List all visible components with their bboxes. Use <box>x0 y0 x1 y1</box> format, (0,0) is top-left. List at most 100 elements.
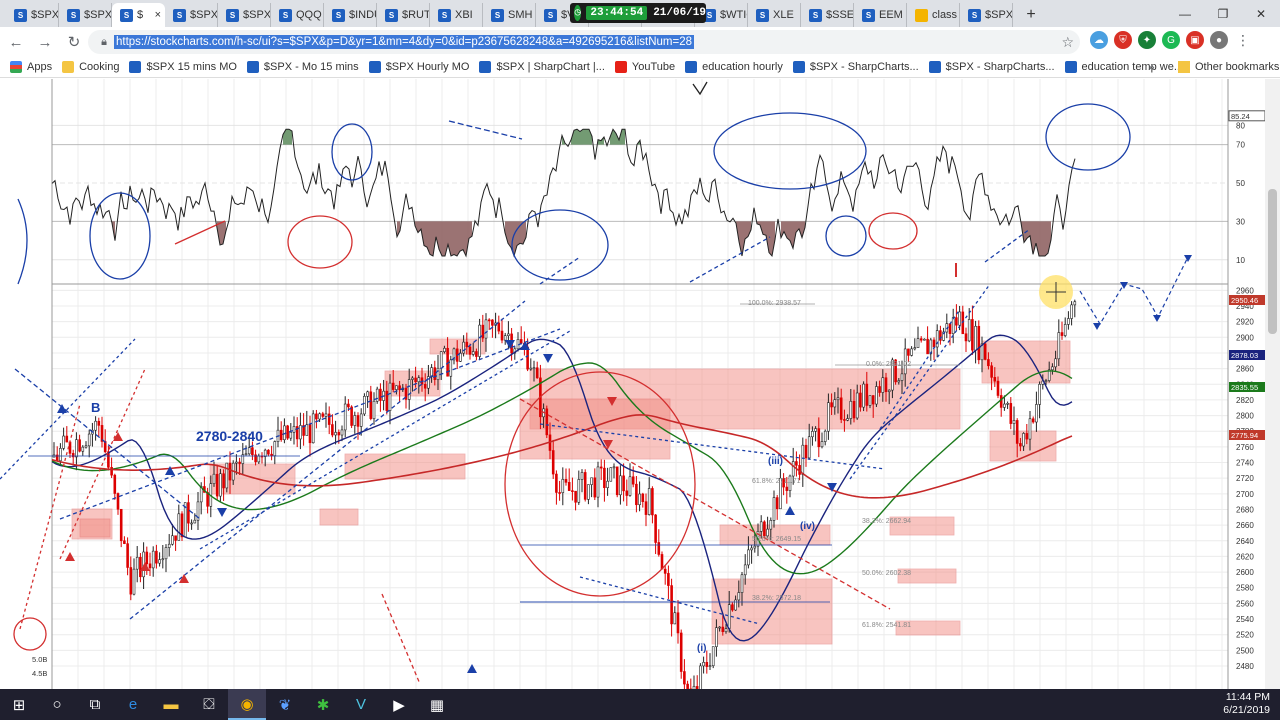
forward-button[interactable]: → <box>32 29 58 55</box>
candle-body <box>507 333 510 336</box>
candle-body <box>1035 404 1038 423</box>
rsi-overbought-fill <box>574 129 577 145</box>
browser-tab-6[interactable]: S $INDU <box>324 3 377 27</box>
candle-body <box>308 424 312 444</box>
bookmark-8[interactable]: $SPX - SharpCharts... <box>792 61 919 73</box>
browser-tab-14[interactable]: S XLE <box>748 3 801 27</box>
menu-icon[interactable]: ⋮ <box>1234 31 1252 49</box>
candle-body <box>484 319 488 339</box>
start-button[interactable]: ⊞ <box>0 689 38 720</box>
candle-body <box>1015 420 1019 444</box>
url-text[interactable]: https://stockcharts.com/h-sc/ui?s=$SPX&p… <box>114 35 695 49</box>
new-tab-button[interactable]: + <box>1019 3 1043 27</box>
app-v-button[interactable]: V <box>342 689 380 720</box>
highlight-ellipse <box>13 617 47 651</box>
bookmark-label: Apps <box>27 61 53 73</box>
bookmark-star-icon[interactable]: ☆ <box>1061 34 1074 51</box>
extension-red-icon[interactable]: ▣ <box>1186 31 1204 49</box>
bookmark-0[interactable]: Apps <box>10 61 52 73</box>
chrome-button[interactable]: ◉ <box>228 689 266 720</box>
sharpchart-canvas[interactable]: 8070503010296029402920290028802860284028… <box>0 79 1265 689</box>
edge-browser-button[interactable]: e <box>114 689 152 720</box>
extension-green-icon[interactable]: G <box>1162 31 1180 49</box>
candle-body <box>151 550 155 569</box>
extension-shield-icon[interactable]: ⛨ <box>1114 31 1132 49</box>
stockcharts-icon: S <box>279 8 292 22</box>
candle-body <box>219 473 222 497</box>
candle-body <box>407 379 411 400</box>
candle-body <box>823 430 827 442</box>
bookmark-9[interactable]: $SPX - SharpCharts... <box>928 61 1055 73</box>
reload-button[interactable]: ↻ <box>61 29 87 55</box>
candle-body <box>638 493 641 506</box>
candle-body <box>350 406 353 426</box>
close-window-button[interactable]: ✕ <box>1242 0 1280 27</box>
rsi-overbought-fill <box>286 129 289 145</box>
candle-body <box>343 403 347 431</box>
browser-tab-16[interactable]: S EEM <box>854 3 907 27</box>
app-green-button[interactable]: ✱ <box>304 689 342 720</box>
candle-body <box>983 343 987 360</box>
app-window-button[interactable]: ▦ <box>418 689 456 720</box>
search-button[interactable]: ○ <box>38 689 76 720</box>
browser-tab-2[interactable]: S $ × <box>112 3 165 27</box>
clock-icon: ◷ <box>574 5 582 21</box>
candle-body <box>974 325 977 351</box>
edge-icon: e <box>128 696 138 713</box>
price-axis-label: 2920 <box>1236 318 1254 327</box>
bookmark-3[interactable]: $SPX - Mo 15 mins <box>246 61 359 73</box>
browser-tab-17[interactable]: class <box>907 3 960 27</box>
bookmark-5[interactable]: $SPX | SharpChart |... <box>479 61 605 73</box>
tab-title: $SSEC <box>826 9 853 21</box>
bookmark-7[interactable]: education hourly <box>685 61 783 73</box>
browser-tab-5[interactable]: S QQQ <box>271 3 324 27</box>
scrollbar-thumb[interactable] <box>1268 189 1277 334</box>
browser-tab-9[interactable]: S SMH <box>483 3 536 27</box>
candle-body <box>795 461 798 466</box>
task-view-button[interactable]: ⧉ <box>76 689 114 720</box>
bookmark-2[interactable]: $SPX 15 mins MO <box>129 61 237 73</box>
candle-body <box>84 445 88 448</box>
profile-avatar[interactable]: ● <box>1210 31 1228 49</box>
extension-puzzle-icon[interactable]: ✦ <box>1138 31 1156 49</box>
browser-tab-7[interactable]: S $RUT <box>377 3 430 27</box>
close-tab-icon[interactable]: × <box>155 9 161 21</box>
rsi-oversold-fill <box>1039 221 1042 256</box>
app-blue-button[interactable]: ❦ <box>266 689 304 720</box>
other-bookmarks-folder[interactable]: Other bookmarks <box>1178 61 1279 73</box>
browser-tab-1[interactable]: S $SPX <box>59 3 112 27</box>
browser-tab-3[interactable]: S $SPX <box>165 3 218 27</box>
app-media-button[interactable]: ▶ <box>380 689 418 720</box>
highlight-ellipse <box>511 209 609 281</box>
stock-chart-area[interactable]: 8070503010296029402920290028802860284028… <box>0 79 1280 689</box>
maximize-button[interactable]: ❐ <box>1204 0 1242 27</box>
browser-tab-18[interactable]: S $SPX <box>960 3 1013 27</box>
rsi-line <box>51 128 1076 258</box>
browser-tab-8[interactable]: S XBI <box>430 3 483 27</box>
bookmark-1[interactable]: Cooking <box>62 61 119 73</box>
candle-body <box>1060 332 1064 336</box>
task-view-icon: ⧉ <box>89 696 101 713</box>
browser-tab-15[interactable]: S $SSEC <box>801 3 854 27</box>
candle-body <box>465 341 469 348</box>
bookmark-6[interactable]: YouTube <box>614 61 675 73</box>
browser-tab-0[interactable]: S $SPX <box>6 3 59 27</box>
store-button[interactable]: ⛋ <box>190 689 228 720</box>
page-scrollbar[interactable] <box>1265 79 1280 689</box>
address-bar[interactable]: 🔒︎ https://stockcharts.com/h-sc/ui?s=$SP… <box>88 30 1080 54</box>
fib-level-label: 61.8%: 2541.81 <box>862 622 911 629</box>
candle-body <box>628 476 632 496</box>
back-button[interactable]: ← <box>3 29 29 55</box>
highlight-ellipse <box>1045 103 1131 171</box>
browser-tab-4[interactable]: S $SPX <box>218 3 271 27</box>
candle-body <box>395 385 398 390</box>
bookmarks-overflow-button[interactable]: » <box>1148 60 1155 74</box>
bookmark-4[interactable]: $SPX Hourly MO <box>368 61 469 73</box>
candle-body <box>145 551 149 565</box>
minimize-button[interactable]: — <box>1166 0 1204 27</box>
rsi-oversold-fill <box>517 221 520 246</box>
bookmark-10[interactable]: education temp we... <box>1064 61 1183 73</box>
extension-cloud-icon[interactable]: ☁ <box>1090 31 1108 49</box>
system-clock[interactable]: 11:44 PM 6/21/2019 <box>1223 691 1270 717</box>
file-explorer-button[interactable]: ▬ <box>152 689 190 720</box>
